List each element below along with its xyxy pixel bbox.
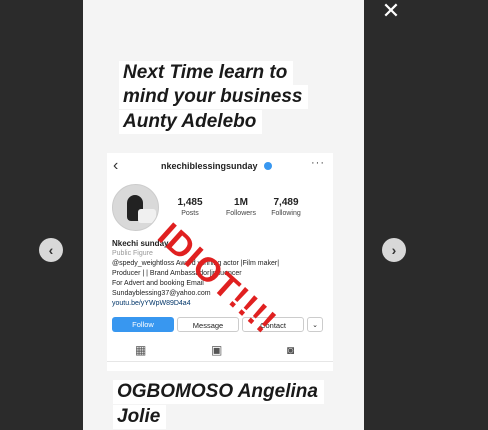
stat-posts: 1,485 Posts [167, 197, 213, 217]
tagged-icon: ◙ [287, 343, 295, 357]
igtv-icon: ▣ [211, 343, 223, 357]
story-viewer: Next Time learn to mind your business Au… [0, 0, 488, 430]
stat-following: 7,489 Following [263, 197, 309, 217]
stat-following-label: Following [271, 210, 301, 217]
verified-badge-icon [264, 162, 272, 170]
stat-followers: 1M Followers [218, 197, 264, 217]
back-icon: ‹ [113, 157, 119, 174]
chevron-down-icon: ⌄ [307, 317, 323, 332]
profile-handle: nkechiblessingsunday [161, 161, 258, 171]
caption-line-2: mind your business [119, 85, 309, 109]
grid-icon: ▦ [135, 343, 147, 357]
follow-button: Follow [112, 317, 174, 332]
divider [107, 361, 333, 362]
more-options-icon: ··· [311, 157, 325, 169]
caption-line-3: Aunty Adelebo [119, 110, 263, 134]
profile-name: Nkechi sunday [112, 239, 169, 248]
message-button: Message [177, 317, 239, 332]
caption-line-1: Next Time learn to [119, 61, 294, 85]
stat-posts-value: 1,485 [177, 197, 203, 208]
stat-followers-value: 1M [234, 197, 248, 208]
story-frame[interactable]: Next Time learn to mind your business Au… [83, 0, 364, 430]
caption-bottom-line-1: OGBOMOSO Angelina [113, 380, 324, 404]
profile-header: ‹ nkechiblessingsunday ··· [107, 153, 333, 181]
close-icon[interactable]: ✕ [380, 0, 402, 22]
next-story-button[interactable]: › [382, 238, 406, 262]
stat-following-value: 7,489 [273, 197, 299, 208]
caption-bottom-line-2: Jolie [113, 405, 167, 429]
stat-posts-label: Posts [181, 210, 199, 217]
stat-followers-label: Followers [226, 210, 256, 217]
avatar [112, 184, 159, 231]
previous-story-button[interactable]: ‹ [39, 238, 63, 262]
